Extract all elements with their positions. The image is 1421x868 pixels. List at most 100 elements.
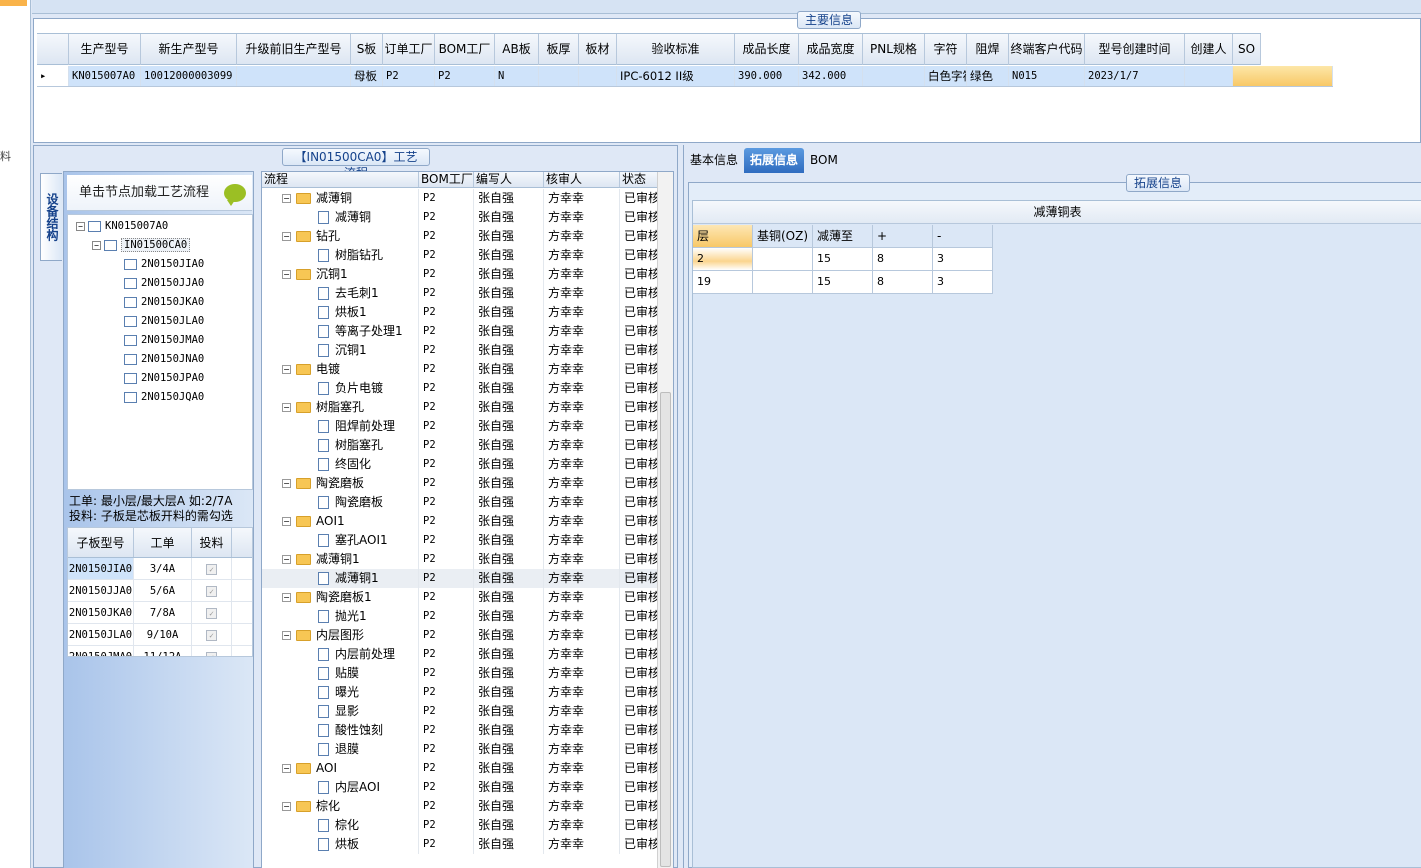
process-row[interactable]: − 减薄铜1 P2 张自强 方幸幸 已审核 — [262, 550, 659, 569]
process-row[interactable]: − 减薄铜 P2 张自强 方幸幸 已审核 — [262, 189, 659, 208]
process-row[interactable]: 等离子处理1 P2 张自强 方幸幸 已审核 — [262, 322, 659, 341]
process-row[interactable]: 酸性蚀刻 P2 张自强 方幸幸 已审核 — [262, 721, 659, 740]
ext-cell[interactable]: 15 — [813, 271, 873, 294]
tree-node[interactable]: 2N0150JIA0 — [124, 255, 204, 274]
ext-row[interactable]: 19 15 8 3 — [693, 271, 993, 294]
ext-column-header[interactable]: 层 — [693, 225, 753, 248]
column-header[interactable]: 阻焊 — [967, 34, 1009, 65]
process-row[interactable]: 树脂塞孔 P2 张自强 方幸幸 已审核 — [262, 436, 659, 455]
grid-cell[interactable]: N015 — [1009, 66, 1085, 86]
collapse-toggle-icon[interactable]: − — [282, 365, 291, 374]
process-row[interactable]: 棕化 P2 张自强 方幸幸 已审核 — [262, 816, 659, 835]
grid-cell[interactable] — [1185, 66, 1233, 86]
sub-grid-row[interactable]: 2N0150JKA0 7/8A ✓ — [68, 602, 252, 624]
column-header[interactable]: SO — [1233, 34, 1261, 65]
tab-0[interactable]: 基本信息 — [684, 148, 744, 173]
grid-cell[interactable]: 342.000 — [799, 66, 863, 86]
process-column-header[interactable]: 流程 — [262, 172, 419, 187]
ext-cell[interactable]: 3 — [933, 271, 993, 294]
process-row[interactable]: 退膜 P2 张自强 方幸幸 已审核 — [262, 740, 659, 759]
process-column-header[interactable]: 状态 — [620, 172, 658, 187]
process-row[interactable]: 烘板 P2 张自强 方幸幸 已审核 — [262, 835, 659, 854]
column-header[interactable]: 升级前旧生产型号 — [237, 34, 351, 65]
process-row[interactable]: − 棕化 P2 张自强 方幸幸 已审核 — [262, 797, 659, 816]
process-row[interactable]: 去毛刺1 P2 张自强 方幸幸 已审核 — [262, 284, 659, 303]
tree-node[interactable]: 2N0150JPA0 — [124, 369, 204, 388]
process-row[interactable]: 抛光1 P2 张自强 方幸幸 已审核 — [262, 607, 659, 626]
column-header[interactable]: 新生产型号 — [141, 34, 237, 65]
tree-node[interactable]: 2N0150JMA0 — [124, 331, 204, 350]
grid-cell[interactable]: 10012000003099 — [141, 66, 237, 86]
process-row[interactable]: − 内层图形 P2 张自强 方幸幸 已审核 — [262, 626, 659, 645]
grid-cell[interactable] — [539, 66, 579, 86]
feed-checkbox[interactable]: ✓ — [206, 608, 217, 619]
tab-1[interactable]: 拓展信息 — [744, 148, 805, 173]
process-column-header[interactable]: 编写人 — [474, 172, 544, 187]
process-row[interactable]: − AOI P2 张自强 方幸幸 已审核 — [262, 759, 659, 778]
column-header[interactable]: 板材 — [579, 34, 617, 65]
process-row[interactable]: 阻焊前处理 P2 张自强 方幸幸 已审核 — [262, 417, 659, 436]
grid-cell[interactable]: KN015007A0 — [69, 66, 141, 86]
process-column-header[interactable]: 核审人 — [544, 172, 620, 187]
collapse-toggle-icon[interactable]: − — [282, 764, 291, 773]
collapse-toggle-icon[interactable]: − — [282, 194, 291, 203]
ext-column-header[interactable]: 基铜(OZ) — [753, 225, 813, 248]
tree-node[interactable]: 2N0150JNA0 — [124, 350, 204, 369]
column-header[interactable]: 成品宽度 — [799, 34, 863, 65]
column-header[interactable]: 板厚 — [539, 34, 579, 65]
main-grid-row[interactable]: ▸ KN015007A0 10012000003099 母板 P2 P2 N IPC-6012… — [37, 66, 1333, 87]
column-header[interactable]: 生产型号 — [69, 34, 141, 65]
ext-column-header[interactable]: + — [873, 225, 933, 248]
tab-2[interactable]: BOM — [804, 148, 844, 173]
grid-cell[interactable] — [1233, 66, 1333, 86]
feed-checkbox[interactable]: ✓ — [206, 652, 217, 656]
scrollbar-thumb[interactable] — [660, 392, 671, 867]
feed-checkbox[interactable]: ✓ — [206, 564, 217, 575]
ext-cell[interactable]: 15 — [813, 248, 873, 271]
grid-cell[interactable]: IPC-6012 II级 — [617, 66, 735, 86]
grid-cell[interactable]: 白色字符 — [925, 66, 967, 86]
process-row[interactable]: 陶瓷磨板 P2 张自强 方幸幸 已审核 — [262, 493, 659, 512]
column-header[interactable]: 终端客户代码 — [1009, 34, 1085, 65]
grid-cell[interactable]: P2 — [383, 66, 435, 86]
collapse-toggle-icon[interactable]: − — [282, 479, 291, 488]
column-header[interactable]: 验收标准 — [617, 34, 735, 65]
process-row[interactable]: 终固化 P2 张自强 方幸幸 已审核 — [262, 455, 659, 474]
collapse-toggle-icon[interactable]: − — [282, 631, 291, 640]
column-header[interactable]: PNL规格 — [863, 34, 925, 65]
ext-column-header[interactable]: 减薄至(μm) — [813, 225, 873, 265]
collapse-toggle-icon[interactable]: − — [282, 403, 291, 412]
process-row[interactable]: 减薄铜 P2 张自强 方幸幸 已审核 — [262, 208, 659, 227]
column-header[interactable]: 字符 — [925, 34, 967, 65]
process-row[interactable]: 树脂钻孔 P2 张自强 方幸幸 已审核 — [262, 246, 659, 265]
process-row[interactable]: 塞孔AOI1 P2 张自强 方幸幸 已审核 — [262, 531, 659, 550]
sub-column-header[interactable]: 工单 — [134, 528, 192, 557]
grid-cell[interactable]: 绿色 — [967, 66, 1009, 86]
sub-grid-row[interactable]: 2N0150JMA011/12A ✓ — [68, 646, 252, 656]
grid-cell[interactable]: 390.000 — [735, 66, 799, 86]
structure-tree[interactable]: − KN015007A0− IN01500CA0 2N0150JIA0 2N0150JJ… — [67, 214, 253, 490]
grid-cell[interactable] — [863, 66, 925, 86]
ext-row[interactable]: 2 15 8 3 — [693, 248, 993, 271]
grid-cell[interactable]: N — [495, 66, 539, 86]
process-row[interactable]: 贴膜 P2 张自强 方幸幸 已审核 — [262, 664, 659, 683]
tree-node[interactable]: 2N0150JQA0 — [124, 388, 204, 407]
process-row[interactable]: − 树脂塞孔 P2 张自强 方幸幸 已审核 — [262, 398, 659, 417]
process-column-header[interactable]: BOM工厂 — [419, 172, 474, 187]
sub-column-header[interactable]: 子板型号 — [68, 528, 134, 557]
collapse-toggle-icon[interactable]: − — [282, 517, 291, 526]
grid-cell[interactable]: P2 — [435, 66, 495, 86]
ext-cell[interactable] — [753, 248, 813, 271]
tree-node[interactable]: − IN01500CA0 — [92, 236, 191, 255]
grid-cell[interactable]: 2023/1/7 — [1085, 66, 1185, 86]
sub-grid-row[interactable]: 2N0150JIA0 3/4A ✓ — [68, 558, 252, 580]
tree-node[interactable]: 2N0150JJA0 — [124, 274, 204, 293]
ext-column-header[interactable]: - — [933, 225, 993, 248]
process-row[interactable]: − 电镀 P2 张自强 方幸幸 已审核 — [262, 360, 659, 379]
process-row[interactable]: − 沉铜1 P2 张自强 方幸幸 已审核 — [262, 265, 659, 284]
collapse-toggle-icon[interactable]: − — [282, 802, 291, 811]
process-row[interactable]: 曝光 P2 张自强 方幸幸 已审核 — [262, 683, 659, 702]
process-row[interactable]: 减薄铜1 P2 张自强 方幸幸 已审核 — [262, 569, 659, 588]
feed-checkbox[interactable]: ✓ — [206, 586, 217, 597]
column-header[interactable]: BOM工厂 — [435, 34, 495, 65]
